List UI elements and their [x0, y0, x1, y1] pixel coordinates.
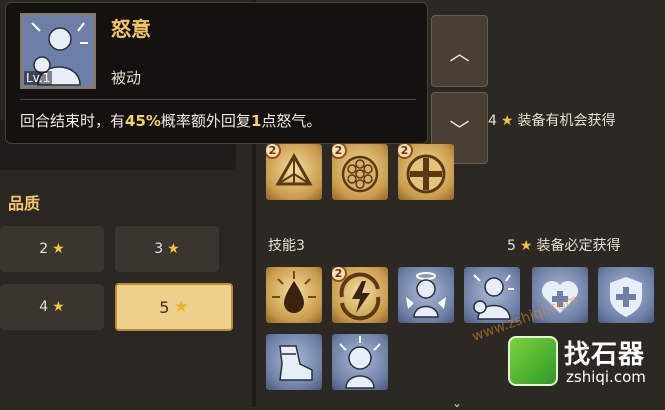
star-icon: ★	[500, 113, 514, 129]
chevron-up-icon: ︿	[449, 40, 470, 65]
rage-face-icon	[339, 336, 381, 389]
row2-note: 5 ★ 装备必定获得	[507, 235, 620, 255]
quality-label: 2	[39, 241, 49, 257]
scroll-up-button[interactable]: ︿	[431, 15, 488, 87]
skill-honeycomb-ball[interactable]: 2	[332, 144, 388, 200]
shield-plus-icon	[610, 277, 642, 317]
row2-title: 技能3	[268, 238, 305, 254]
watermark-brand: 找石器	[564, 340, 646, 370]
skill-blood-drop[interactable]	[266, 267, 322, 323]
skill-tooltip: Lv.1 怒意 被动 回合结束时，有45%概率额外回复1点怒气。	[5, 2, 428, 144]
boot-icon	[279, 345, 313, 381]
quality-3-button[interactable]: 3 ★	[115, 226, 219, 272]
skill-rage-face[interactable]	[332, 334, 388, 390]
blood-drop-icon	[272, 271, 316, 313]
skill-pyramid[interactable]: 2	[266, 144, 322, 200]
leaf-logo-icon	[508, 336, 558, 386]
star-icon: ★	[52, 299, 65, 315]
star-icon: ★	[167, 241, 180, 257]
desc-percent: 45%	[125, 112, 161, 130]
watermark: 找石器 zshiqi.com	[508, 334, 660, 396]
row1-note-text: 装备有机会获得	[517, 113, 616, 129]
chevron-down-icon: ﹀	[449, 117, 470, 142]
desc-text: 回合结束时，有	[20, 112, 126, 130]
skill-boot[interactable]	[266, 334, 322, 390]
star-icon: ★	[519, 238, 533, 254]
skill-lightning-swirl[interactable]: 2	[332, 267, 388, 323]
skill-angel-figure[interactable]	[398, 267, 454, 323]
quality-title: 品质	[8, 194, 41, 213]
desc-text: 点怒气。	[261, 112, 322, 130]
watermark-domain: zshiqi.com	[566, 368, 646, 386]
row1-stars: 4	[488, 113, 497, 129]
quality-4-button[interactable]: 4 ★	[0, 284, 104, 330]
skill-shield-plus[interactable]	[598, 267, 654, 323]
star-icon: ★	[173, 297, 189, 317]
more-content-indicator: ⌄	[452, 396, 463, 410]
skill-type: 被动	[111, 69, 142, 87]
angel-figure-icon	[406, 272, 446, 318]
skill-description: 回合结束时，有45%概率额外回复1点怒气。	[20, 110, 321, 131]
tooltip-divider	[20, 99, 416, 100]
row2-note-text: 装备必定获得	[536, 238, 621, 254]
desc-amount: 1	[250, 112, 262, 130]
tooltip-skill-icon: Lv.1	[20, 13, 96, 89]
row1-note: 4 ★ 装备有机会获得	[488, 110, 615, 130]
skill-cross-shield[interactable]: 2	[398, 144, 454, 200]
quality-label: 3	[154, 241, 164, 257]
quality-5-button[interactable]: 5 ★	[115, 283, 233, 331]
quality-2-button[interactable]: 2 ★	[0, 226, 104, 272]
desc-text: 概率额外回复	[160, 112, 251, 130]
skill-name: 怒意	[111, 17, 151, 41]
row2-stars: 5	[507, 238, 516, 254]
star-icon: ★	[52, 241, 65, 257]
skill-level: Lv.1	[24, 71, 53, 85]
quality-label: 4	[39, 299, 49, 315]
quality-label: 5	[159, 297, 170, 317]
